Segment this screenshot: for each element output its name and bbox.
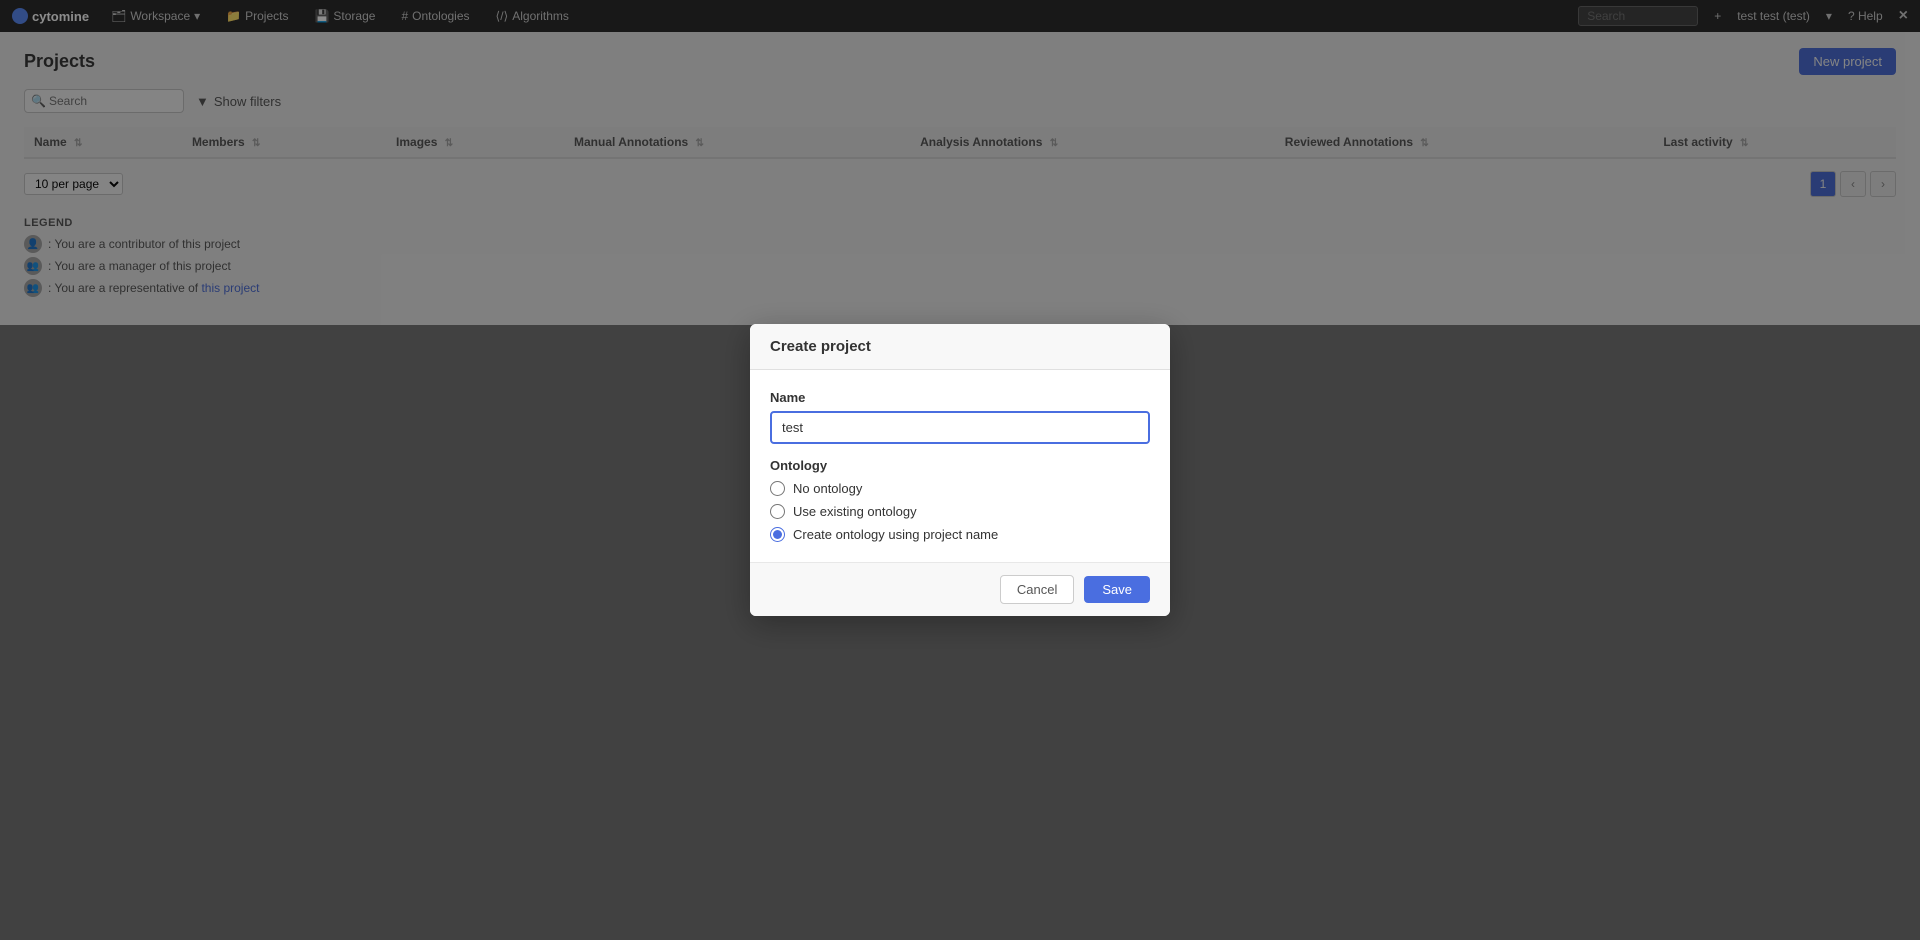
radio-use-existing-input[interactable] — [770, 504, 785, 519]
modal-header: Create project — [750, 324, 1170, 370]
radio-no-ontology-label: No ontology — [793, 481, 862, 496]
cancel-button[interactable]: Cancel — [1000, 575, 1074, 604]
save-button[interactable]: Save — [1084, 576, 1150, 603]
radio-create-ontology-label: Create ontology using project name — [793, 527, 998, 542]
main-background: Projects New project 🔍 ▼ Show filters Na… — [0, 32, 1920, 940]
radio-no-ontology[interactable]: No ontology — [770, 481, 1150, 496]
name-field-label: Name — [770, 390, 1150, 405]
radio-create-ontology[interactable]: Create ontology using project name — [770, 527, 1150, 542]
ontology-section-label: Ontology — [770, 458, 1150, 473]
create-project-modal: Create project Name Ontology No ontology… — [750, 324, 1170, 616]
project-name-input[interactable] — [770, 411, 1150, 444]
modal-title: Create project — [770, 338, 871, 355]
modal-overlay[interactable]: Create project Name Ontology No ontology… — [0, 0, 1920, 940]
radio-no-ontology-input[interactable] — [770, 481, 785, 496]
radio-use-existing[interactable]: Use existing ontology — [770, 504, 1150, 519]
radio-create-ontology-input[interactable] — [770, 527, 785, 542]
radio-use-existing-label: Use existing ontology — [793, 504, 917, 519]
modal-footer: Cancel Save — [750, 562, 1170, 616]
modal-body: Name Ontology No ontology Use existing o… — [750, 370, 1170, 562]
